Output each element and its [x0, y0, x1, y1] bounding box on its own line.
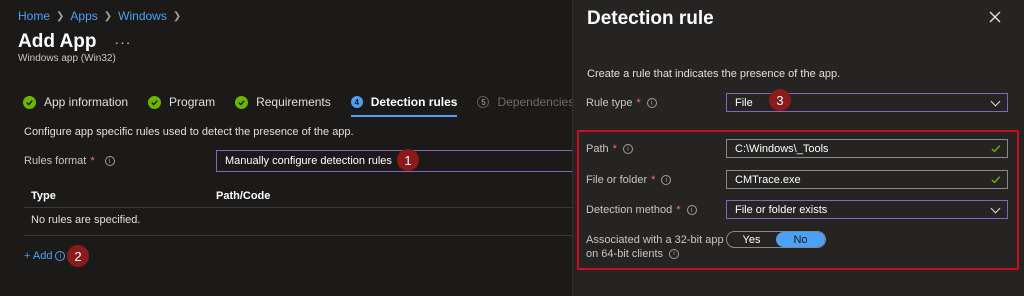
add-rule-link[interactable]: + Add i: [24, 250, 66, 262]
detection-method-label: Detection method * i: [586, 204, 697, 216]
required-marker: *: [676, 204, 681, 216]
chevron-right-icon: ❯: [56, 10, 65, 22]
step-program[interactable]: Program: [148, 93, 215, 111]
associated-32bit-toggle[interactable]: Yes No: [726, 231, 826, 248]
check-circle-icon: [235, 95, 249, 109]
annotation-badge-2: 2: [67, 245, 89, 267]
detection-rules-description: Configure app specific rules used to det…: [24, 126, 354, 138]
annotation-badge-3: 3: [769, 89, 791, 111]
associated-32bit-label: Associated with a 32-bit app on 64-bit c…: [586, 233, 724, 261]
info-icon[interactable]: i: [669, 249, 680, 259]
file-or-folder-input[interactable]: CMTrace.exe: [726, 170, 1008, 189]
breadcrumb-home[interactable]: Home: [18, 9, 50, 23]
more-options-button[interactable]: ···: [114, 34, 131, 50]
chevron-right-icon: ❯: [172, 10, 182, 22]
page-title: Add App: [18, 31, 97, 52]
rules-format-label: Rules format * i: [24, 155, 115, 167]
add-rule-label: + Add: [24, 250, 53, 262]
divider: [24, 235, 572, 236]
rules-format-label-text: Rules format: [24, 155, 87, 167]
panel-title: Detection rule: [587, 8, 714, 29]
column-path-code: Path/Code: [216, 190, 271, 202]
info-icon[interactable]: i: [55, 251, 66, 261]
info-icon[interactable]: i: [622, 144, 633, 154]
info-icon[interactable]: i: [104, 156, 115, 166]
required-marker: *: [636, 97, 641, 109]
breadcrumb-apps[interactable]: Apps: [70, 9, 97, 23]
rule-type-value: File: [735, 97, 753, 109]
check-circle-icon: [148, 95, 162, 109]
associated-32bit-label-line2-row: on 64-bit clients i: [586, 247, 724, 261]
required-marker: *: [651, 174, 656, 186]
breadcrumb-windows[interactable]: Windows: [118, 9, 167, 23]
path-label: Path * i: [586, 143, 633, 155]
rule-type-label: Rule type * i: [586, 97, 657, 109]
file-or-folder-value: CMTrace.exe: [735, 174, 801, 186]
step-label: Requirements: [256, 95, 331, 109]
panel-description: Create a rule that indicates the presenc…: [587, 68, 841, 80]
step-detection-rules[interactable]: 4 Detection rules: [350, 93, 458, 117]
info-icon[interactable]: i: [646, 98, 657, 108]
rules-format-dropdown[interactable]: Manually configure detection rules: [216, 150, 572, 172]
toggle-no[interactable]: No: [776, 232, 825, 247]
toggle-yes[interactable]: Yes: [727, 232, 776, 247]
page-subtitle: Windows app (Win32): [18, 53, 116, 64]
step-label: Detection rules: [370, 95, 458, 109]
file-or-folder-label: File or folder * i: [586, 174, 672, 186]
wizard-steps: App information Program Requirements 4 D…: [23, 93, 626, 117]
path-value: C:\Windows\_Tools: [735, 143, 829, 155]
associated-32bit-label-line1: Associated with a 32-bit app: [586, 234, 724, 246]
detection-method-dropdown[interactable]: File or folder exists: [726, 200, 1008, 219]
detection-method-label-text: Detection method: [586, 204, 673, 216]
column-type: Type: [31, 190, 56, 202]
file-or-folder-label-text: File or folder: [586, 174, 648, 186]
checkmark-icon: [991, 176, 1001, 184]
breadcrumb: Home ❯ Apps ❯ Windows ❯: [18, 9, 181, 23]
step-label: Dependencies: [497, 95, 575, 109]
step-dependencies[interactable]: 5 Dependencies: [477, 93, 574, 111]
detection-method-value: File or folder exists: [735, 204, 828, 216]
empty-table-message: No rules are specified.: [31, 214, 141, 226]
check-circle-icon: [23, 95, 36, 109]
associated-32bit-label-line2: on 64-bit clients: [586, 248, 664, 260]
rules-table-header: Type Path/Code: [24, 182, 572, 208]
path-input[interactable]: C:\Windows\_Tools: [726, 139, 1008, 158]
info-icon[interactable]: i: [686, 205, 697, 215]
title-row: Add App ···: [18, 31, 131, 53]
checkmark-icon: [991, 145, 1001, 153]
chevron-right-icon: ❯: [103, 10, 113, 22]
path-label-text: Path: [586, 143, 609, 155]
step-number: 5: [477, 96, 490, 108]
step-label: Program: [169, 95, 216, 109]
required-marker: *: [612, 143, 617, 155]
info-icon[interactable]: i: [661, 175, 672, 185]
step-app-information[interactable]: App information: [23, 93, 128, 111]
required-marker: *: [90, 155, 95, 167]
step-label: App information: [44, 95, 129, 109]
add-app-blade: Home ❯ Apps ❯ Windows ❯ Add App ··· Wind…: [0, 0, 607, 296]
rule-type-label-text: Rule type: [586, 97, 633, 109]
close-icon[interactable]: [988, 10, 1002, 24]
app-root: Home ❯ Apps ❯ Windows ❯ Add App ··· Wind…: [0, 0, 1024, 296]
step-number: 4: [350, 96, 363, 108]
annotation-badge-1: 1: [397, 149, 419, 171]
step-requirements[interactable]: Requirements: [235, 93, 331, 111]
